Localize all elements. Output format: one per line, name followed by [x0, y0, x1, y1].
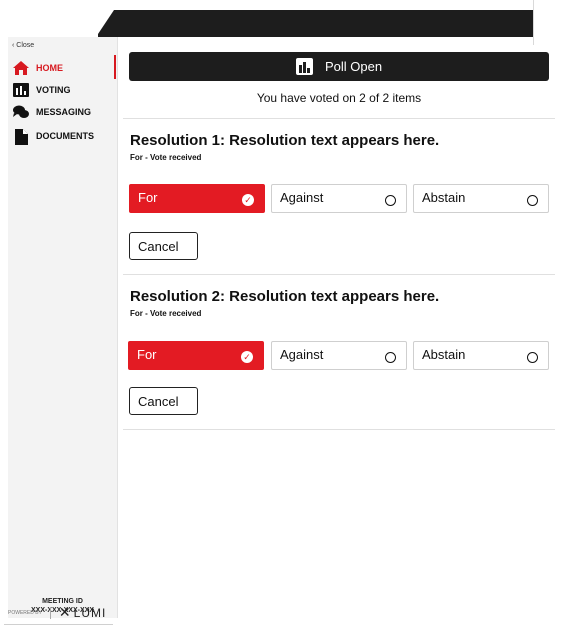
check-icon: ✓ [242, 194, 254, 206]
messaging-icon [12, 104, 30, 120]
divider [123, 429, 555, 430]
resolution-status: For - Vote received [130, 153, 202, 162]
vote-for-button[interactable]: For ✓ [129, 184, 265, 213]
resolution-status: For - Vote received [130, 309, 202, 318]
option-label: Against [280, 190, 324, 205]
option-label: For [137, 347, 157, 362]
close-label: Close [16, 42, 35, 49]
voting-icon [12, 82, 30, 98]
brand-name: LUMI [73, 605, 107, 620]
cancel-button[interactable]: Cancel [129, 232, 198, 260]
option-label: For [138, 190, 158, 205]
option-label: Abstain [422, 190, 466, 205]
resolution-title: Resolution 1: Resolution text appears he… [130, 132, 440, 149]
vote-against-button[interactable]: Against [271, 341, 407, 370]
lumi-logo-icon: ✕ [58, 604, 71, 620]
sidebar-item-messaging[interactable]: MESSAGING [12, 101, 112, 123]
vote-against-button[interactable]: Against [271, 184, 407, 213]
top-bar-notch [96, 10, 114, 37]
poll-icon [295, 58, 313, 75]
radio-icon [385, 195, 396, 206]
option-label: Against [280, 347, 324, 362]
active-indicator [114, 55, 116, 79]
poll-status-banner: Poll Open [129, 52, 549, 81]
vote-abstain-button[interactable]: Abstain [413, 184, 549, 213]
sidebar-item-label: HOME [36, 63, 63, 73]
sidebar-item-voting[interactable]: VOTING [12, 79, 112, 101]
home-icon [12, 60, 30, 76]
sidebar-item-documents[interactable]: DOCUMENTS [12, 125, 112, 147]
divider [123, 274, 555, 275]
main-panel: Poll Open You have voted on 2 of 2 items… [123, 45, 555, 618]
powered-by: POWERED BY ✕ LUMI [8, 604, 117, 621]
radio-icon [385, 352, 396, 363]
vote-abstain-button[interactable]: Abstain [413, 341, 549, 370]
sidebar-item-home[interactable]: HOME [12, 57, 112, 79]
poll-status-text: Poll Open [324, 59, 383, 74]
divider [123, 118, 555, 119]
sidebar-item-label: VOTING [36, 85, 71, 95]
radio-icon [527, 195, 538, 206]
powered-divider [49, 606, 51, 619]
sidebar-item-label: DOCUMENTS [36, 131, 94, 141]
vote-for-button[interactable]: For ✓ [128, 341, 264, 370]
close-link[interactable]: ‹ Close [12, 42, 34, 49]
resolution-title: Resolution 2: Resolution text appears he… [130, 288, 440, 305]
powered-by-label: POWERED BY [8, 609, 42, 616]
top-bar-gap [0, 10, 98, 37]
documents-icon [12, 128, 30, 145]
sidebar-item-label: MESSAGING [36, 107, 92, 117]
sidebar: ‹ Close HOME VOTING MESSAGING DOCUMENTS … [4, 37, 118, 625]
radio-icon [527, 352, 538, 363]
cancel-button[interactable]: Cancel [129, 387, 198, 415]
option-label: Abstain [422, 347, 466, 362]
check-icon: ✓ [241, 351, 253, 363]
voted-summary: You have voted on 2 of 2 items [256, 91, 422, 105]
